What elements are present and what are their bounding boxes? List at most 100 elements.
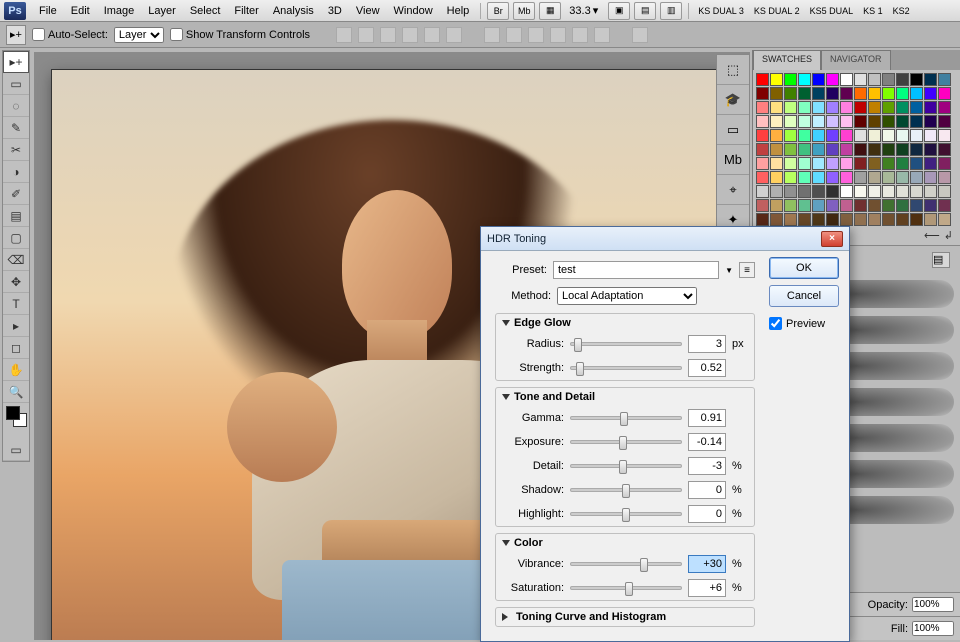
swatch[interactable] [756, 157, 769, 170]
swatch[interactable] [882, 101, 895, 114]
menu-layer[interactable]: Layer [141, 2, 183, 20]
swatch[interactable] [868, 73, 881, 86]
toning-curve-header[interactable]: Toning Curve and Histogram [496, 608, 754, 626]
swatch[interactable] [924, 213, 937, 226]
swatch[interactable] [812, 101, 825, 114]
swatch[interactable] [896, 101, 909, 114]
radius-slider[interactable] [570, 342, 682, 346]
swatch[interactable] [756, 87, 769, 100]
swatch[interactable] [924, 101, 937, 114]
swatch[interactable] [798, 129, 811, 142]
dock-icon[interactable]: ▭ [717, 115, 749, 145]
swatch[interactable] [938, 129, 951, 142]
vibrance-slider[interactable] [570, 562, 682, 566]
swatch[interactable] [770, 213, 783, 226]
swatch[interactable] [882, 213, 895, 226]
swatch[interactable] [854, 87, 867, 100]
swatch[interactable] [910, 143, 923, 156]
swatch[interactable] [910, 129, 923, 142]
swatch[interactable] [924, 129, 937, 142]
menu-view[interactable]: View [349, 2, 387, 20]
auto-select-target[interactable]: Layer [114, 27, 164, 43]
align-icon[interactable] [424, 27, 440, 43]
swatch[interactable] [784, 87, 797, 100]
swatch[interactable] [770, 199, 783, 212]
stamp-tool[interactable]: ▢ [3, 227, 29, 249]
swatch[interactable] [882, 157, 895, 170]
swatch[interactable] [910, 73, 923, 86]
swatch[interactable] [770, 185, 783, 198]
distribute-icon[interactable] [506, 27, 522, 43]
swatch[interactable] [938, 199, 951, 212]
swatch[interactable] [868, 157, 881, 170]
align-icon[interactable] [380, 27, 396, 43]
swatch[interactable] [840, 213, 853, 226]
swatch[interactable] [882, 129, 895, 142]
minibridge-icon[interactable]: Mb [513, 2, 535, 20]
swatch[interactable] [812, 87, 825, 100]
detail-input[interactable] [688, 457, 726, 475]
radius-input[interactable] [688, 335, 726, 353]
swatch[interactable] [938, 143, 951, 156]
swatch[interactable] [784, 143, 797, 156]
swatch[interactable] [798, 115, 811, 128]
swatch[interactable] [854, 73, 867, 86]
swatch[interactable] [770, 115, 783, 128]
arrange-icon-3[interactable]: ▥ [660, 2, 682, 20]
shadow-input[interactable] [688, 481, 726, 499]
swatch[interactable] [882, 199, 895, 212]
swatch[interactable] [840, 73, 853, 86]
swatch[interactable] [924, 171, 937, 184]
show-transform-checkbox[interactable]: Show Transform Controls [170, 28, 310, 41]
swatch[interactable] [896, 87, 909, 100]
swatch[interactable] [798, 143, 811, 156]
swatch[interactable] [910, 171, 923, 184]
swatch[interactable] [910, 199, 923, 212]
close-button[interactable]: × [821, 231, 843, 247]
tab-swatches[interactable]: SWATCHES [753, 50, 821, 70]
swatch[interactable] [784, 157, 797, 170]
swatch[interactable] [770, 129, 783, 142]
swatch[interactable] [798, 185, 811, 198]
crop-tool[interactable]: ✂ [3, 139, 29, 161]
swatch[interactable] [784, 115, 797, 128]
swatch[interactable] [798, 73, 811, 86]
swatch[interactable] [812, 157, 825, 170]
swatch[interactable] [840, 87, 853, 100]
swatch[interactable] [756, 143, 769, 156]
swatch[interactable] [798, 213, 811, 226]
cancel-button[interactable]: Cancel [769, 285, 839, 307]
bridge-icon[interactable]: Br [487, 2, 509, 20]
swatch[interactable] [938, 171, 951, 184]
swatch[interactable] [924, 143, 937, 156]
saturation-input[interactable] [688, 579, 726, 597]
swatch[interactable] [896, 157, 909, 170]
menu-edit[interactable]: Edit [64, 2, 97, 20]
strength-input[interactable] [688, 359, 726, 377]
workspace-ksdual3[interactable]: KS DUAL 3 [693, 3, 749, 19]
swatch[interactable] [868, 213, 881, 226]
preview-checkbox[interactable]: Preview [769, 317, 839, 330]
path-tool[interactable]: ▸ [3, 315, 29, 337]
quickselect-tool[interactable]: ✎ [3, 117, 29, 139]
swatch[interactable] [756, 171, 769, 184]
arrange-icon-2[interactable]: ▤ [634, 2, 656, 20]
menu-file[interactable]: File [32, 2, 64, 20]
edge-glow-header[interactable]: Edge Glow [496, 314, 754, 332]
highlight-slider[interactable] [570, 512, 682, 516]
swatch[interactable] [910, 157, 923, 170]
swatch[interactable] [854, 157, 867, 170]
swatch[interactable] [938, 101, 951, 114]
swatch[interactable] [826, 87, 839, 100]
swatch[interactable] [910, 115, 923, 128]
swatch[interactable] [882, 143, 895, 156]
swatch[interactable] [896, 185, 909, 198]
swatch[interactable] [910, 87, 923, 100]
swatch[interactable] [910, 213, 923, 226]
brush-options-icon[interactable]: ▤ [932, 252, 950, 268]
strength-slider[interactable] [570, 366, 682, 370]
menu-filter[interactable]: Filter [227, 2, 265, 20]
swatch[interactable] [868, 143, 881, 156]
shadow-slider[interactable] [570, 488, 682, 492]
swatch[interactable] [868, 171, 881, 184]
